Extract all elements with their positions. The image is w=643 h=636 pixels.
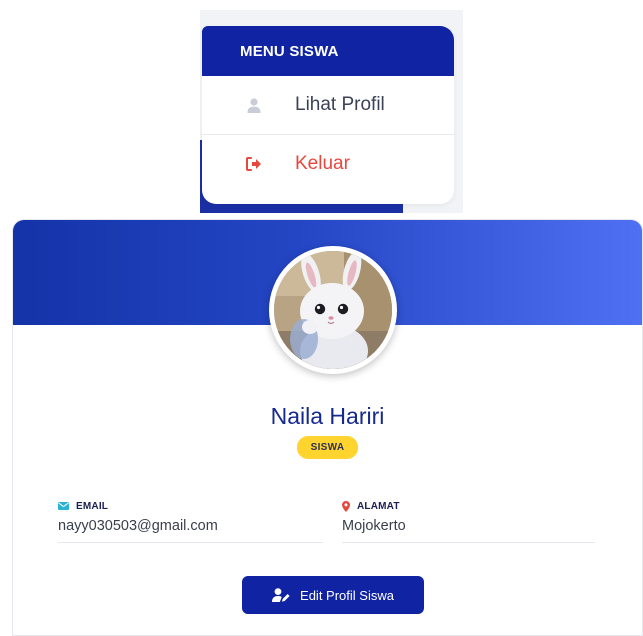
sign-out-icon [246, 156, 262, 172]
address-label: ALAMAT [357, 500, 400, 512]
address-value: Mojokerto [342, 518, 406, 534]
map-marker-icon [342, 500, 350, 512]
envelope-icon [58, 502, 69, 510]
profile-card: Naila Hariri SISWA EMAIL nayy030503@gmai… [12, 219, 643, 636]
role-badge: SISWA [296, 436, 359, 459]
email-label: EMAIL [76, 500, 109, 512]
email-field: EMAIL nayy030503@gmail.com [58, 500, 323, 543]
menu-item-label: Lihat Profil [295, 94, 385, 115]
menu-item-lihat-profil[interactable]: Lihat Profil [202, 76, 454, 134]
address-field: ALAMAT Mojokerto [342, 500, 595, 543]
menu-item-label: Keluar [295, 152, 350, 174]
menu-card: MENU SISWA Lihat Profil Keluar [202, 26, 454, 204]
profile-name: Naila Hariri [270, 403, 385, 429]
profile-avatar [269, 246, 397, 374]
menu-header: MENU SISWA [202, 26, 454, 76]
edit-profile-button[interactable]: Edit Profil Siswa [242, 576, 424, 614]
menu-item-keluar[interactable]: Keluar [202, 134, 454, 192]
student-menu-dropdown: MENU SISWA Lihat Profil Keluar [200, 10, 463, 213]
edit-profile-label: Edit Profil Siswa [300, 587, 394, 603]
user-icon [246, 97, 262, 113]
user-edit-icon [272, 588, 290, 602]
email-value: nayy030503@gmail.com [58, 518, 218, 534]
